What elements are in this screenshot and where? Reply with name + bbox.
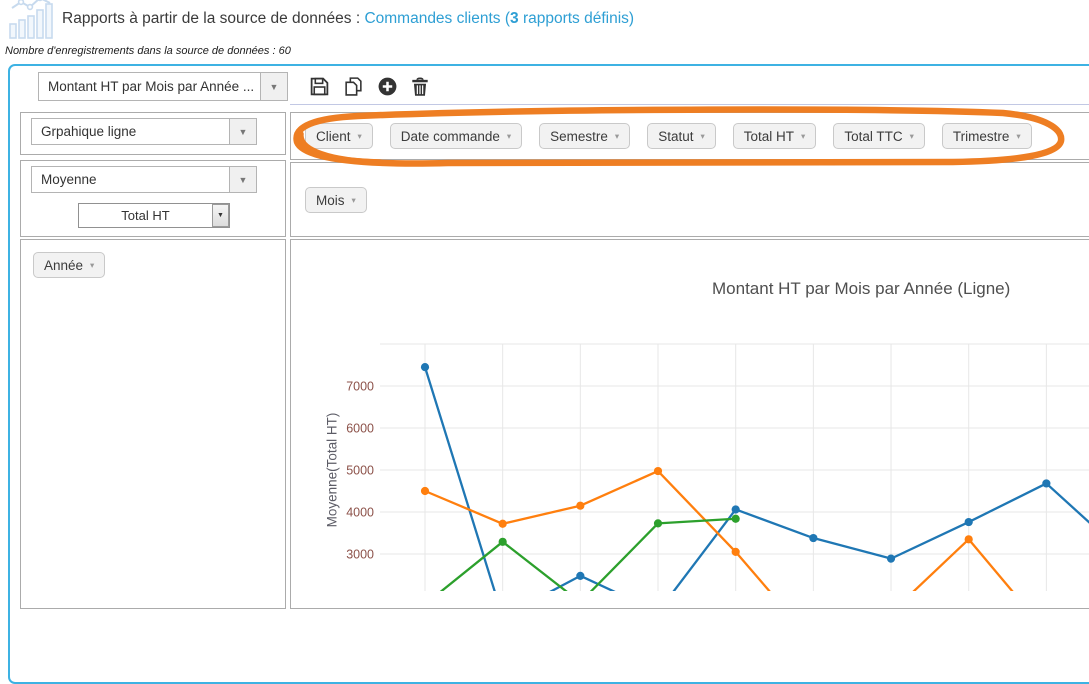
svg-text:4000: 4000 xyxy=(346,506,374,520)
svg-text:3000: 3000 xyxy=(346,548,374,562)
svg-text:5000: 5000 xyxy=(346,464,374,478)
aggregation-select[interactable]: Moyenne ▼ xyxy=(31,166,257,193)
field-pill-total-ht[interactable]: Total HT ▾ xyxy=(733,123,817,149)
svg-text:6000: 6000 xyxy=(346,422,374,436)
caret-down-icon: ▼ xyxy=(212,204,229,227)
caret-down-icon: ▾ xyxy=(358,131,362,142)
rows-drop-area xyxy=(20,239,286,609)
caret-down-icon: ▼ xyxy=(260,73,287,100)
toolbar-separator xyxy=(290,104,1089,105)
copy-pages-icon xyxy=(343,76,364,97)
add-report-button[interactable] xyxy=(376,75,399,98)
columns-fields: Mois ▾ xyxy=(305,187,367,213)
floppy-disk-icon xyxy=(309,76,330,97)
chart-type-select[interactable]: Grpahique ligne ▼ xyxy=(31,118,257,145)
record-count-text: Nombre d'enregistrements dans la source … xyxy=(5,45,291,57)
field-pill-client[interactable]: Client ▾ xyxy=(305,123,373,149)
duplicate-button[interactable] xyxy=(342,75,365,98)
caret-down-icon: ▾ xyxy=(615,131,619,142)
field-pill-total-ttc[interactable]: Total TTC ▾ xyxy=(833,123,925,149)
analytics-chart-icon xyxy=(8,0,54,40)
report-count: 3 xyxy=(510,10,519,27)
caret-down-icon: ▾ xyxy=(1016,131,1020,142)
trash-icon xyxy=(409,76,431,98)
caret-down-icon: ▾ xyxy=(90,260,94,271)
report-select-value: Montant HT par Mois par Année ... xyxy=(39,79,260,94)
field-pill-statut[interactable]: Statut ▾ xyxy=(647,123,716,149)
chart-type-value: Grpahique ligne xyxy=(32,124,229,139)
aggregation-value: Moyenne xyxy=(32,172,229,187)
field-pill-semestre[interactable]: Semestre ▾ xyxy=(539,123,630,149)
field-pill-trimestre[interactable]: Trimestre ▾ xyxy=(942,123,1032,149)
delete-button[interactable] xyxy=(408,75,431,98)
chart-svg: 3000 4000 5000 6000 7000 xyxy=(290,239,1089,591)
available-fields: Client ▾ Date commande ▾ Semestre ▾ Stat… xyxy=(305,123,1032,149)
caret-down-icon: ▾ xyxy=(507,131,511,142)
rows-fields: Année ▾ xyxy=(33,252,105,278)
caret-down-icon: ▾ xyxy=(910,131,914,142)
page-title: Rapports à partir de la source de donnée… xyxy=(62,10,634,28)
columns-drop-area xyxy=(290,162,1089,237)
plus-circle-icon xyxy=(377,76,398,97)
measure-value: Total HT xyxy=(79,208,212,223)
field-pill-mois[interactable]: Mois ▾ xyxy=(305,187,367,213)
report-select[interactable]: Montant HT par Mois par Année ... ▼ xyxy=(38,72,288,101)
caret-down-icon: ▼ xyxy=(229,119,256,144)
page-title-text: Rapports à partir de la source de donnée… xyxy=(62,10,364,27)
measure-select[interactable]: Total HT ▼ xyxy=(78,203,230,228)
field-pill-annee[interactable]: Année ▾ xyxy=(33,252,105,278)
caret-down-icon: ▾ xyxy=(801,131,805,142)
svg-text:7000: 7000 xyxy=(346,380,374,394)
field-pill-date-commande[interactable]: Date commande ▾ xyxy=(390,123,522,149)
caret-down-icon: ▼ xyxy=(229,167,256,192)
save-button[interactable] xyxy=(308,75,331,98)
caret-down-icon: ▾ xyxy=(352,195,356,206)
caret-down-icon: ▾ xyxy=(700,131,704,142)
datasource-link[interactable]: Commandes clients (3 rapports définis) xyxy=(364,10,634,27)
